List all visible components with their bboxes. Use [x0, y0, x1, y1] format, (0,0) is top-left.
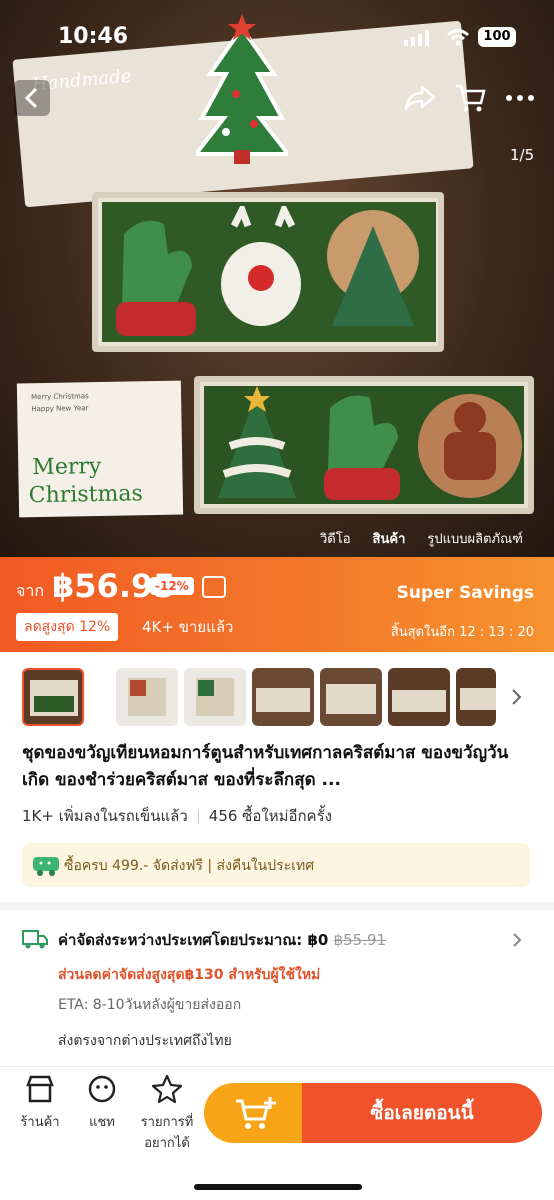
variant-thumb[interactable] [116, 668, 178, 726]
wishlist-button[interactable]: รายการที่ อยากได้ [136, 1073, 198, 1153]
tree-candle [327, 210, 419, 326]
add-cart-icon [236, 1097, 276, 1129]
shipping-promo: ส่วนลดค่าจัดส่งสูงสุด฿130 สำหรับผู้ใช้ให… [58, 967, 321, 983]
shipping-eta: ETA: 8-10วันหลังผู้ขายส่งออก [58, 997, 242, 1013]
bottom-action-bar: ร้านค้า แชท รายการที่ อยากได้ ซื้อเลยตอน… [0, 1066, 554, 1200]
shop-icon [26, 1075, 54, 1103]
sold-count: 4K+ ขายแล้ว [142, 618, 234, 636]
gingerbread-candle [418, 394, 522, 498]
buy-now-button[interactable]: ซื้อเลยตอนนี้ [302, 1083, 542, 1143]
cart-icon [456, 84, 486, 112]
divider [197, 809, 199, 824]
variant-thumb[interactable] [320, 668, 382, 726]
variant-thumb[interactable] [22, 668, 84, 726]
variant-thumb[interactable] [184, 668, 246, 726]
media-tabs: วิดีโอ สินค้า รูปแบบผลิตภัณฑ์ [320, 528, 523, 549]
variant-thumb[interactable] [456, 668, 496, 726]
wishlist-label-line2: อยากได้ [144, 1136, 190, 1151]
chat-button[interactable]: แชท [72, 1073, 132, 1132]
wishlist-label-line1: รายการที่ [140, 1115, 194, 1130]
shop-button[interactable]: ร้านค้า [10, 1073, 70, 1132]
product-title[interactable]: ชุดของขวัญเทียนหอมการ์ตูนสำหรับเทศกาลคริ… [22, 740, 522, 794]
signal-icon [404, 30, 429, 46]
shipping-old-price: ฿55.91 [333, 931, 387, 949]
battery-icon: 100 [478, 27, 516, 47]
free-shipping-banner[interactable]: ซื้อครบ 499.- จัดส่งฟรี | ส่งคืนในประเทศ [22, 843, 530, 887]
back-button[interactable] [14, 80, 50, 116]
discount-badge: -12% [150, 577, 194, 595]
chat-label: แชท [89, 1115, 115, 1130]
mitten-candle [324, 395, 400, 500]
chevron-left-icon [24, 87, 38, 109]
variant-thumb[interactable] [252, 668, 314, 726]
price-banner: จาก ฿56.95 -12% ลดสูงสุด 12% 4K+ ขายแล้ว… [0, 557, 554, 652]
countdown: สิ้นสุดในอีก 12 : 13 : 20 [390, 625, 534, 640]
clock: 10:46 [58, 24, 129, 49]
variant-thumb[interactable] [388, 668, 450, 726]
tab-product[interactable]: สินค้า [373, 528, 406, 549]
share-icon [404, 85, 436, 111]
status-bar: 10:46 100 [0, 0, 554, 70]
more-icon [506, 95, 534, 101]
repurchase-count: 456 ซื้อใหม่อีกครั้ง [208, 807, 332, 825]
added-to-cart-count: 1K+ เพิ่มลงในรถเข็นแล้ว [22, 807, 188, 825]
chat-icon [88, 1075, 116, 1103]
reindeer-candle [221, 206, 301, 326]
image-counter: 1/5 [510, 146, 535, 164]
price-from-label: จาก [16, 581, 45, 600]
more-button[interactable] [502, 80, 538, 116]
chevron-right-icon[interactable] [510, 688, 522, 706]
variant-thumbnails [0, 664, 554, 730]
coupon-icon[interactable] [202, 576, 226, 598]
greeting-card: Merry Christmas Happy New Year Merry Chr… [16, 380, 184, 518]
star-icon [151, 1074, 183, 1104]
shipping-origin: ส่งตรงจากต่างประเทศถึงไทย [58, 1033, 232, 1049]
shipping-fee-label: ค่าจัดส่งระหว่างประเทศโดยประมาณ: ฿0 [58, 931, 329, 949]
home-indicator [194, 1184, 362, 1190]
share-button[interactable] [402, 80, 438, 116]
shop-label: ร้านค้า [20, 1115, 60, 1130]
cart-button[interactable] [452, 80, 488, 116]
delivery-truck-icon [22, 930, 48, 949]
section-divider [0, 902, 554, 910]
mitten-candle [116, 220, 196, 336]
product-stats: 1K+ เพิ่มลงในรถเข็นแล้ว 456 ซื้อใหม่อีกคร… [22, 804, 332, 828]
max-discount-label: ลดสูงสุด 12% [16, 613, 119, 641]
super-savings-label: Super Savings [396, 583, 534, 603]
free-shipping-text: ซื้อครบ 499.- จัดส่งฟรี | ส่งคืนในประเทศ [64, 858, 315, 874]
shipping-fee: ค่าจัดส่งระหว่างประเทศโดยประมาณ: ฿0 ฿55.… [58, 928, 386, 952]
chevron-right-icon [513, 933, 522, 947]
tab-variants[interactable]: รูปแบบผลิตภัณฑ์ [427, 528, 523, 549]
truck-icon [33, 857, 59, 876]
add-to-cart-button[interactable] [204, 1083, 314, 1143]
tab-video[interactable]: วิดีโอ [320, 528, 351, 549]
wifi-icon [446, 29, 470, 46]
tree-candle [218, 386, 296, 498]
product-image-gallery[interactable]: Handmade Merry Christmas Happy New Year … [0, 0, 554, 557]
